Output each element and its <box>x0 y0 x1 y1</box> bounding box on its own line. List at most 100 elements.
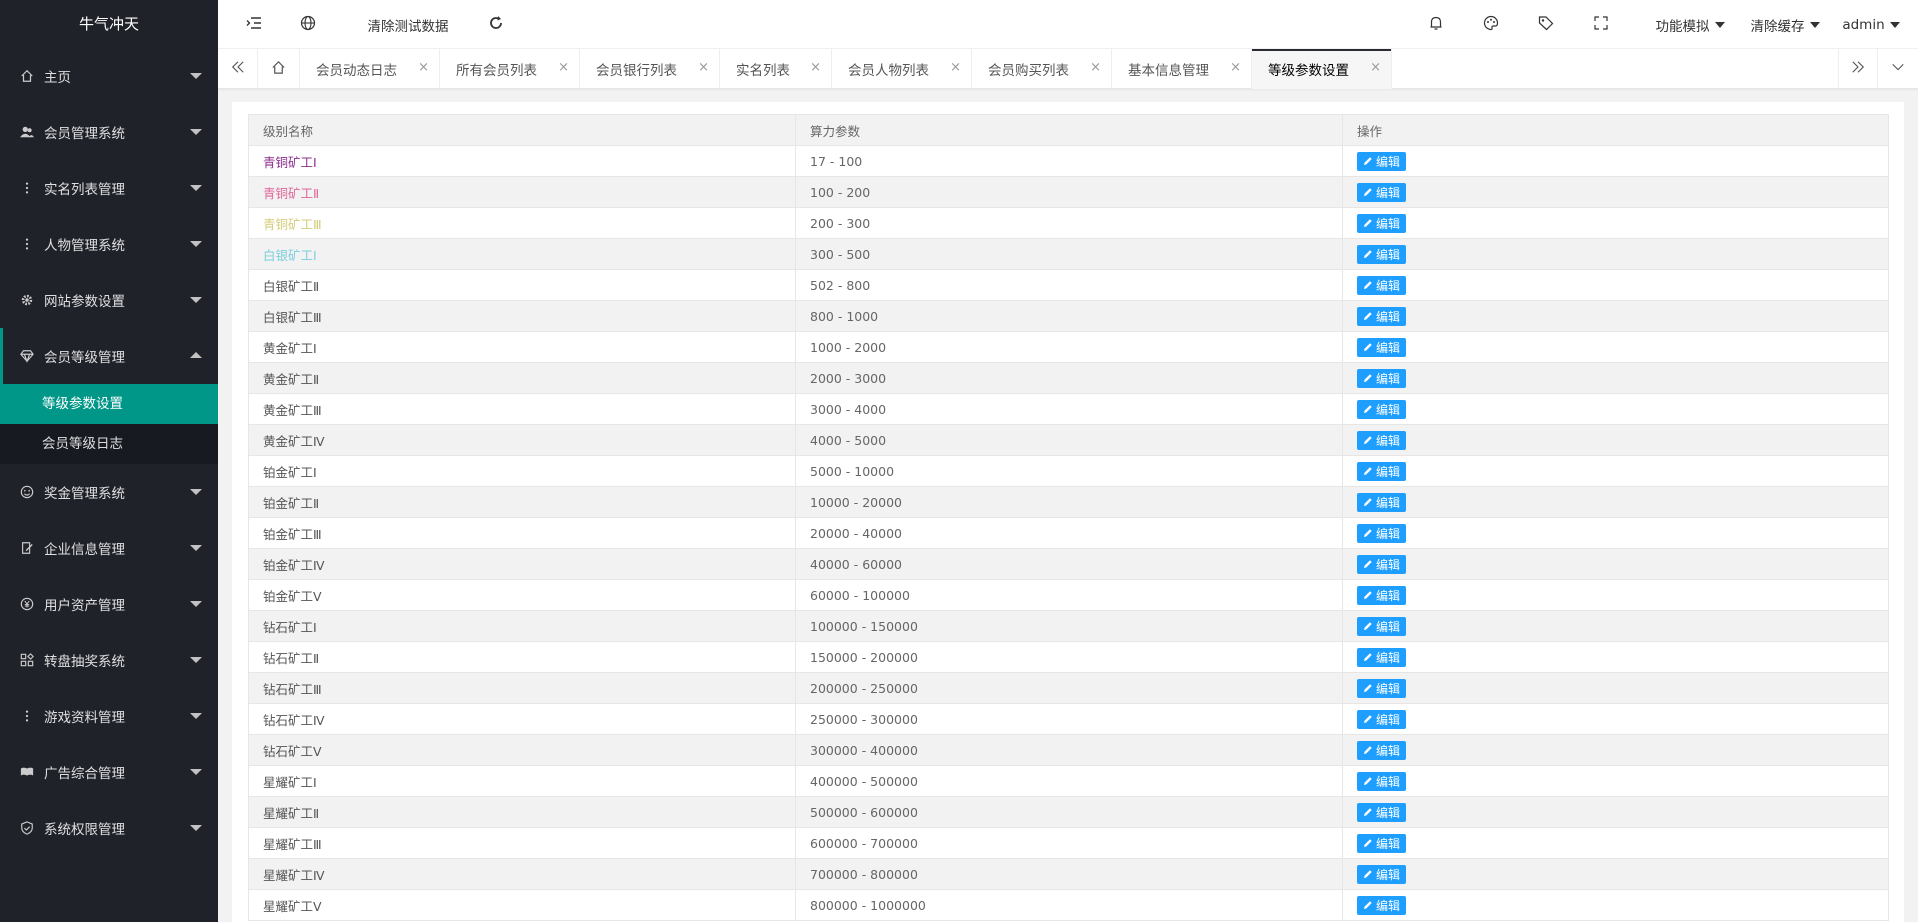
power-range-cell: 5000 - 10000 <box>795 455 1343 487</box>
level-name-cell: 黄金矿工Ⅰ <box>248 331 796 363</box>
yen-circle-icon <box>20 597 34 611</box>
sidebar-item-lottery[interactable]: 转盘抽奖系统 <box>0 632 218 688</box>
table-row: 钻石矿工Ⅱ 150000 - 200000 编辑 <box>248 641 1889 673</box>
function-sim-dropdown[interactable]: 功能模拟 <box>1650 0 1730 49</box>
sidebar-item-member-level[interactable]: 会员等级管理 <box>0 328 218 384</box>
tab-close-icon[interactable]: × <box>698 61 709 75</box>
sidebar-item-label: 广告综合管理 <box>44 766 125 782</box>
sidebar-item-permissions[interactable]: 系统权限管理 <box>0 800 218 856</box>
table-row: 黄金矿工Ⅱ 2000 - 3000 编辑 <box>248 362 1889 394</box>
tab-close-icon[interactable]: × <box>1370 61 1381 75</box>
notification-button[interactable] <box>1420 0 1452 49</box>
double-chevron-right-icon <box>1851 60 1865 78</box>
pencil-icon <box>1363 869 1376 879</box>
tab-close-icon[interactable]: × <box>558 61 569 75</box>
power-range-cell: 60000 - 100000 <box>795 579 1343 611</box>
actions-cell: 编辑 <box>1342 889 1889 921</box>
pencil-icon <box>1363 559 1376 569</box>
tab-close-icon[interactable]: × <box>950 61 961 75</box>
tab-label: 会员动态日志 <box>316 63 397 79</box>
tab-member-purchase-list[interactable]: 会员购买列表 × <box>972 49 1112 89</box>
sidebar-item-bonus-management[interactable]: 奖金管理系统 <box>0 464 218 520</box>
tabs-scroll-left-button[interactable] <box>218 49 258 89</box>
edit-button[interactable]: 编辑 <box>1357 678 1407 698</box>
edit-button-label: 编辑 <box>1376 836 1401 851</box>
tab-all-members[interactable]: 所有会员列表 × <box>440 49 580 89</box>
sidebar-item-member-management[interactable]: 会员管理系统 <box>0 104 218 160</box>
caret-down-icon <box>190 657 202 663</box>
app-logo: 牛气冲天 <box>0 0 218 48</box>
tabs-menu-button[interactable] <box>1878 49 1918 89</box>
edit-button[interactable]: 编辑 <box>1357 151 1407 171</box>
website-button[interactable] <box>292 0 324 49</box>
tab-basic-info[interactable]: 基本信息管理 × <box>1112 49 1252 89</box>
power-range-cell: 300 - 500 <box>795 238 1343 270</box>
edit-button[interactable]: 编辑 <box>1357 492 1407 512</box>
sidebar-subitem-level-settings[interactable]: 等级参数设置 <box>0 384 218 424</box>
tab-close-icon[interactable]: × <box>1230 61 1241 75</box>
edit-button[interactable]: 编辑 <box>1357 523 1407 543</box>
clear-cache-dropdown[interactable]: 清除缓存 <box>1746 0 1824 49</box>
edit-button[interactable]: 编辑 <box>1357 244 1407 264</box>
edit-button[interactable]: 编辑 <box>1357 585 1407 605</box>
sidebar-item-realname-list[interactable]: 实名列表管理 <box>0 160 218 216</box>
tab-close-icon[interactable]: × <box>418 61 429 75</box>
fullscreen-button[interactable] <box>1585 0 1617 49</box>
sidebar-item-company-info[interactable]: 企业信息管理 <box>0 520 218 576</box>
edit-button[interactable]: 编辑 <box>1357 182 1407 202</box>
edit-button[interactable]: 编辑 <box>1357 368 1407 388</box>
edit-button[interactable]: 编辑 <box>1357 554 1407 574</box>
user-menu-dropdown[interactable]: admin <box>1836 0 1906 49</box>
edit-button[interactable]: 编辑 <box>1357 833 1407 853</box>
sidebar-item-user-assets[interactable]: 用户资产管理 <box>0 576 218 632</box>
tabs-scroll-right-button[interactable] <box>1838 49 1878 89</box>
power-range-cell: 800000 - 1000000 <box>795 889 1343 921</box>
edit-button[interactable]: 编辑 <box>1357 275 1407 295</box>
edit-button[interactable]: 编辑 <box>1357 802 1407 822</box>
sidebar-item-game-data[interactable]: 游戏资料管理 <box>0 688 218 744</box>
actions-cell: 编辑 <box>1342 176 1889 208</box>
tab-member-activity-log[interactable]: 会员动态日志 × <box>300 49 440 89</box>
table-row: 铂金矿工Ⅴ 60000 - 100000 编辑 <box>248 579 1889 611</box>
sidebar-item-ads[interactable]: 广告综合管理 <box>0 744 218 800</box>
actions-cell: 编辑 <box>1342 548 1889 580</box>
edit-button-label: 编辑 <box>1376 371 1401 386</box>
note-button[interactable] <box>1530 0 1562 49</box>
refresh-button[interactable] <box>480 0 512 49</box>
edit-button[interactable]: 编辑 <box>1357 461 1407 481</box>
clear-test-data-button[interactable]: 清除测试数据 <box>358 0 458 49</box>
edit-button[interactable]: 编辑 <box>1357 306 1407 326</box>
sidebar-subitem-level-log[interactable]: 会员等级日志 <box>0 424 218 464</box>
edit-button[interactable]: 编辑 <box>1357 213 1407 233</box>
sidebar-item-character-management[interactable]: 人物管理系统 <box>0 216 218 272</box>
edit-button[interactable]: 编辑 <box>1357 895 1407 915</box>
actions-cell: 编辑 <box>1342 455 1889 487</box>
edit-button[interactable]: 编辑 <box>1357 399 1407 419</box>
tab-label: 会员人物列表 <box>848 63 929 79</box>
tab-level-settings[interactable]: 等级参数设置 × <box>1252 49 1392 89</box>
edit-button[interactable]: 编辑 <box>1357 771 1407 791</box>
pencil-icon <box>1363 466 1376 476</box>
actions-cell: 编辑 <box>1342 765 1889 797</box>
edit-button[interactable]: 编辑 <box>1357 337 1407 357</box>
sidebar-item-site-settings[interactable]: 网站参数设置 <box>0 272 218 328</box>
edit-button-label: 编辑 <box>1376 495 1401 510</box>
edit-button[interactable]: 编辑 <box>1357 864 1407 884</box>
tab-close-icon[interactable]: × <box>1090 61 1101 75</box>
edit-button[interactable]: 编辑 <box>1357 740 1407 760</box>
sidebar-item-home[interactable]: 主页 <box>0 48 218 104</box>
pencil-icon <box>1363 776 1376 786</box>
edit-button[interactable]: 编辑 <box>1357 616 1407 636</box>
power-range-cell: 17 - 100 <box>795 145 1343 177</box>
tab-member-bank-list[interactable]: 会员银行列表 × <box>580 49 720 89</box>
tab-close-icon[interactable]: × <box>810 61 821 75</box>
toggle-sidebar-button[interactable] <box>238 0 270 49</box>
tab-member-character-list[interactable]: 会员人物列表 × <box>832 49 972 89</box>
tab-home[interactable] <box>258 49 300 89</box>
edit-button[interactable]: 编辑 <box>1357 709 1407 729</box>
theme-button[interactable] <box>1475 0 1507 49</box>
edit-button[interactable]: 编辑 <box>1357 430 1407 450</box>
tab-realname-list[interactable]: 实名列表 × <box>720 49 832 89</box>
power-range-cell: 100 - 200 <box>795 176 1343 208</box>
edit-button[interactable]: 编辑 <box>1357 647 1407 667</box>
